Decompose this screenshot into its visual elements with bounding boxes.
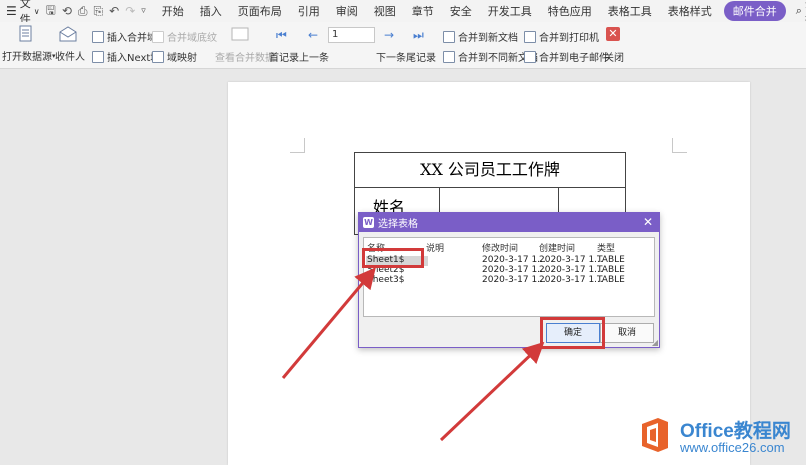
watermark-name: Office教程网: [680, 421, 791, 442]
office-logo-icon: [642, 418, 668, 452]
office26-watermark: Office教程网 www.office26.com: [636, 412, 806, 460]
arrow-to-ok: [439, 341, 545, 442]
annotation-arrows: [281, 267, 545, 442]
arrow-to-sheet1: [281, 267, 376, 379]
watermark-url: www.office26.com: [680, 440, 785, 455]
